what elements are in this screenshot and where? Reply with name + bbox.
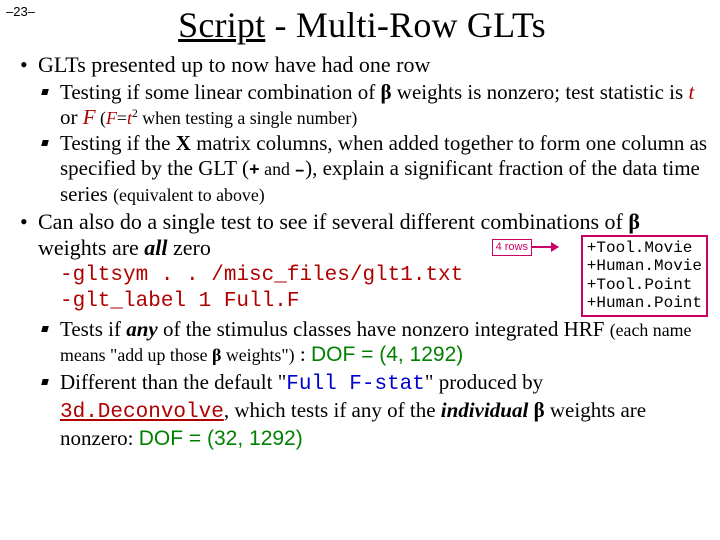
rows-label: 4 rows <box>492 239 532 256</box>
t: Different than the default " <box>60 370 286 394</box>
deconvolve: 3d.Deconvolve <box>60 401 224 424</box>
beta4: β <box>534 398 545 422</box>
glt-line-1: +Tool.Movie <box>587 239 702 257</box>
t: zero <box>168 235 211 260</box>
t: , which tests if any of the <box>224 398 441 422</box>
t: weights are <box>38 235 144 260</box>
x-matrix: X <box>176 131 191 155</box>
arrow-container: 4 rows <box>492 239 558 256</box>
minus: – <box>294 161 305 181</box>
t: ( <box>96 108 106 128</box>
any: any <box>126 317 158 341</box>
t: : <box>295 342 311 366</box>
t: or <box>60 105 83 129</box>
bullet-x-matrix: Testing if the X matrix columns, when ad… <box>16 131 708 207</box>
t: Testing if the <box>60 131 176 155</box>
t: Can also do a single test to see if seve… <box>38 209 628 234</box>
title-script: Script <box>178 5 265 45</box>
title-rest: - Multi-Row GLTs <box>265 5 546 45</box>
t: Testing if some linear combination of <box>60 80 380 104</box>
bullet-linear-combo: Testing if some linear combination of β … <box>16 80 708 130</box>
t: F <box>106 108 117 128</box>
beta: β <box>380 80 391 104</box>
arrow-icon <box>532 246 558 248</box>
t: " produced by <box>425 370 543 394</box>
all: all <box>144 235 167 260</box>
beta3: β <box>212 345 221 365</box>
t: and <box>260 159 295 179</box>
bullet-tests-any: Tests if any of the stimulus classes hav… <box>16 317 708 368</box>
t-stat: t <box>688 80 694 104</box>
slide-content: GLTs presented up to now have had one ro… <box>16 52 708 451</box>
plus: + <box>249 161 260 181</box>
t: of the stimulus classes have nonzero int… <box>158 317 610 341</box>
glt-line-3: +Tool.Point <box>587 276 702 294</box>
full-f-stat: Full F-stat <box>286 373 425 396</box>
slide-title: Script - Multi-Row GLTs <box>16 4 708 46</box>
page-number: –23– <box>6 4 35 19</box>
dof-2: DOF = (32, 1292) <box>139 427 303 450</box>
f-stat: F <box>83 105 96 129</box>
beta2: β <box>628 209 640 234</box>
t: weights is nonzero; test statistic is <box>392 80 689 104</box>
t: weights") <box>221 345 294 365</box>
bullet-different-default: Different than the default "Full F-stat"… <box>16 370 708 451</box>
t: (equivalent to above) <box>113 185 265 205</box>
glt-box: +Tool.Movie +Human.Movie +Tool.Point +Hu… <box>581 235 708 317</box>
individual: individual <box>441 398 529 422</box>
paren: (F=t2 when testing a single number) <box>96 108 358 128</box>
t: when testing a single number) <box>138 108 358 128</box>
glt-line-4: +Human.Point <box>587 294 702 312</box>
bullet-one-row: GLTs presented up to now have had one ro… <box>16 52 708 78</box>
t: = <box>117 108 127 128</box>
glt-line-2: +Human.Movie <box>587 257 702 275</box>
dof-1: DOF = (4, 1292) <box>311 343 463 366</box>
t: Tests if <box>60 317 126 341</box>
